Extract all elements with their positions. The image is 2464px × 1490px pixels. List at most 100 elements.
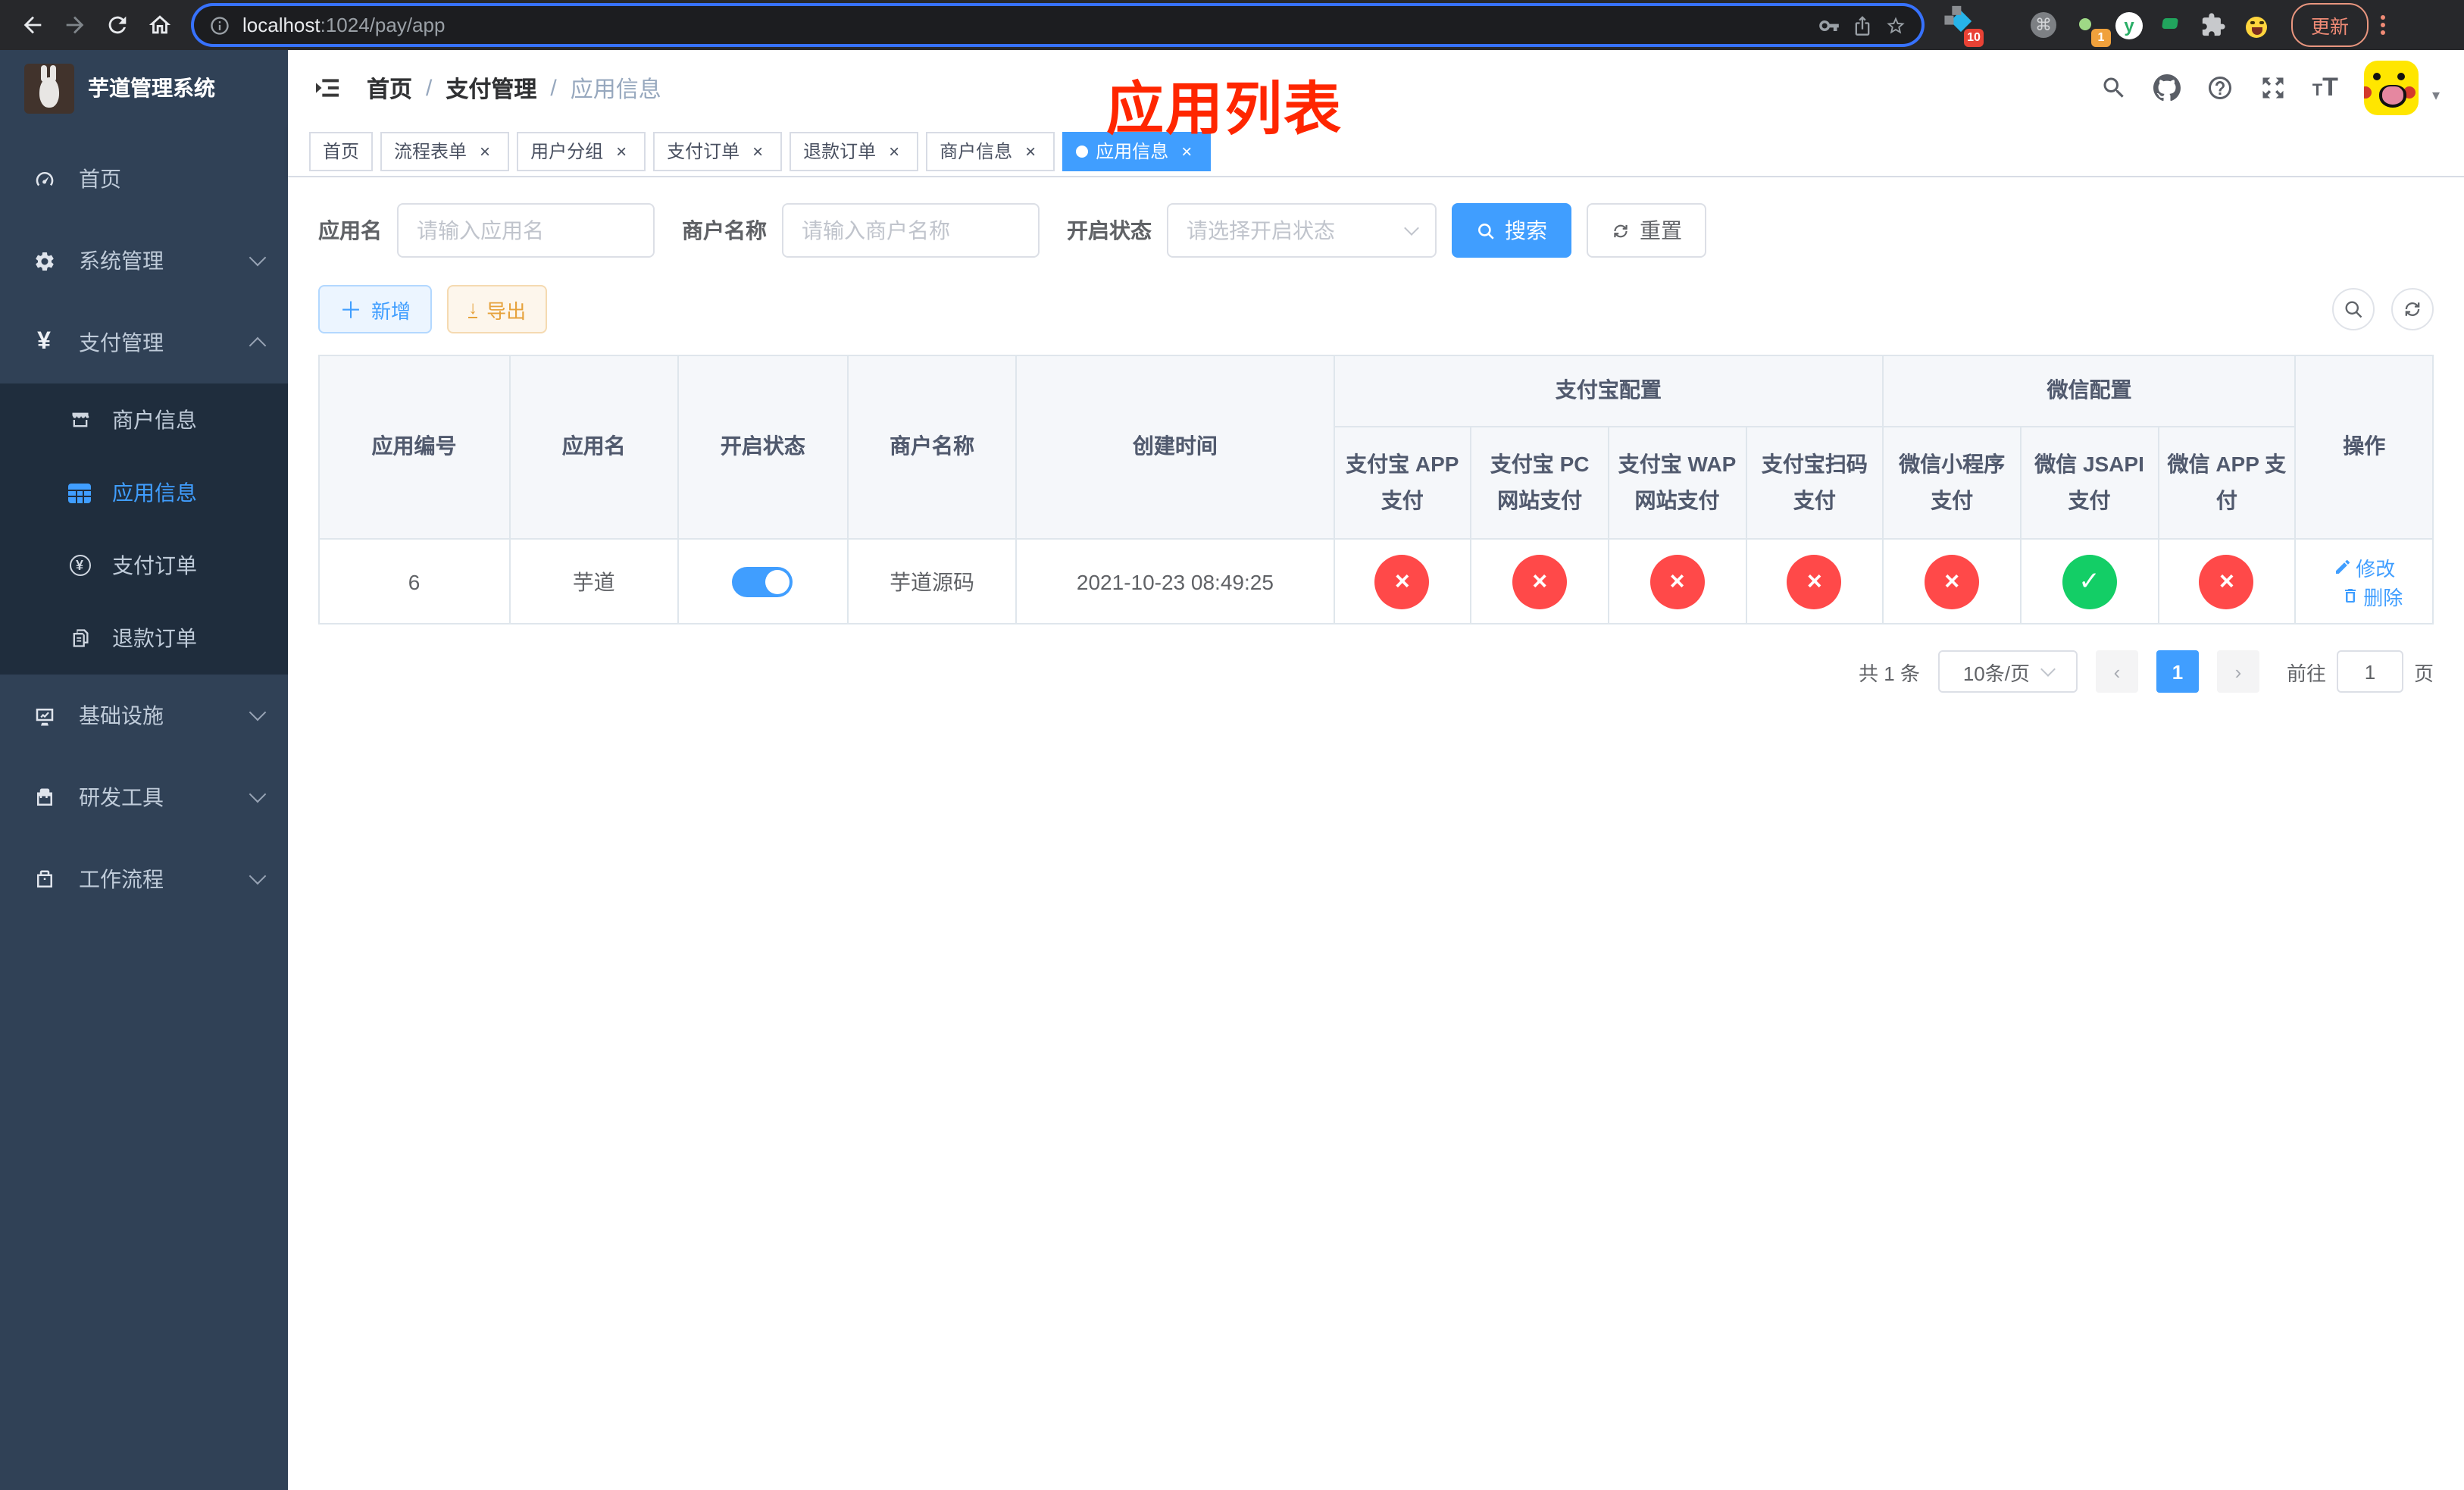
browser-update-button[interactable]: 更新 <box>2291 3 2369 47</box>
tag-home[interactable]: 首页× <box>309 131 374 171</box>
goto-page-input[interactable] <box>2336 650 2403 693</box>
group-alipay-config: 支付宝配置 <box>1333 355 1884 427</box>
edit-link[interactable]: 修改 <box>2333 552 2395 581</box>
bookmark-star-icon[interactable] <box>1885 14 1906 36</box>
browser-profile-avatar[interactable] <box>2243 11 2270 39</box>
tag-pay-order[interactable]: 支付订单 × <box>653 131 783 171</box>
user-avatar[interactable] <box>2363 61 2419 115</box>
chevron-down-icon <box>1404 221 1419 236</box>
tag-merchant-info[interactable]: 商户信息 × <box>926 131 1055 171</box>
close-icon[interactable]: × <box>1020 140 1041 161</box>
sidebar-item-app-info[interactable]: 应用信息 <box>0 456 288 529</box>
tags-view-bar: 首页× 流程表单× 用户分组× 支付订单× 退款订单× 商户信息× 应用信息× <box>288 126 2464 177</box>
extension-recorder-icon[interactable]: 1 <box>2073 11 2111 46</box>
hamburger-icon[interactable] <box>312 73 342 103</box>
page-number-button[interactable]: 1 <box>2156 650 2199 693</box>
extension-y-icon[interactable]: y <box>2115 11 2143 39</box>
breadcrumb-home[interactable]: 首页 <box>367 72 412 104</box>
browser-forward-button[interactable] <box>55 5 94 45</box>
app-list-content: 应用名 商户名称 开启状态 请选择开启状态 搜索 重置 ＋新增 ↓导出 <box>288 177 2464 1490</box>
briefcase-icon <box>30 868 58 891</box>
fullscreen-icon[interactable] <box>2259 74 2287 102</box>
briefcase-icon <box>30 786 58 809</box>
reset-button[interactable]: 重置 <box>1587 203 1706 258</box>
breadcrumb-current: 应用信息 <box>570 77 661 102</box>
chevron-up-icon <box>249 337 267 355</box>
shop-icon <box>67 409 92 430</box>
app-name-input[interactable] <box>397 203 655 258</box>
browser-home-button[interactable] <box>139 5 179 45</box>
col-wechat-jsapi: 微信 JSAPI 支付 <box>2019 426 2159 540</box>
monitor-chart-icon <box>30 704 58 727</box>
alipay-app-status-icon: × <box>1374 554 1430 609</box>
breadcrumb-payment[interactable]: 支付管理 <box>446 72 536 104</box>
cell-app-name: 芋道 <box>508 538 680 624</box>
sidebar-item-dev-tools[interactable]: 研发工具 <box>0 756 288 838</box>
browser-back-button[interactable] <box>12 5 52 45</box>
add-button[interactable]: ＋新增 <box>318 285 433 333</box>
search-form: 应用名 商户名称 开启状态 请选择开启状态 搜索 重置 <box>318 203 2434 258</box>
next-page-button[interactable]: › <box>2216 650 2259 693</box>
sidebar-logo[interactable]: 芋道管理系统 <box>0 50 288 126</box>
refresh-button[interactable] <box>2391 288 2434 330</box>
wechat-mini-status-icon: × <box>1925 554 1980 609</box>
col-status: 开启状态 <box>677 355 849 540</box>
chevron-down-icon <box>249 703 267 722</box>
text-size-icon[interactable]: TT <box>2312 73 2338 103</box>
sidebar-item-workflow[interactable]: 工作流程 <box>0 838 288 920</box>
delete-link[interactable]: 删除 <box>2340 581 2403 610</box>
avatar-caret-icon[interactable]: ▾ <box>2432 87 2440 104</box>
password-key-icon[interactable] <box>1818 14 1840 36</box>
help-icon[interactable] <box>2206 74 2234 102</box>
sidebar-item-merchant[interactable]: 商户信息 <box>0 383 288 456</box>
sidebar-item-system[interactable]: 系统管理 <box>0 220 288 302</box>
extension-chat-icon[interactable] <box>2158 11 2185 39</box>
extension-pin-icon[interactable]: 10 <box>1946 9 1984 46</box>
download-icon: ↓ <box>468 297 478 318</box>
alipay-wap-status-icon: × <box>1649 554 1705 609</box>
document-icon <box>67 628 92 649</box>
gear-icon <box>30 249 58 272</box>
url-bar[interactable]: localhost:1024/pay/app <box>194 6 1921 44</box>
extension-command-icon[interactable]: ⌘ <box>2031 11 2058 39</box>
export-button[interactable]: ↓ 导出 <box>447 285 548 333</box>
prev-page-button[interactable]: ‹ <box>2095 650 2138 693</box>
page-size-select[interactable]: 10条/页 <box>1937 650 2078 693</box>
close-icon[interactable]: × <box>747 140 768 161</box>
col-alipay-pc: 支付宝 PC 网站支付 <box>1470 426 1609 540</box>
tag-refund-order[interactable]: 退款订单 × <box>790 131 919 171</box>
site-info-icon[interactable] <box>209 14 230 36</box>
sidebar-item-pay-order[interactable]: ¥ 支付订单 <box>0 529 288 602</box>
header-search-icon[interactable] <box>2100 74 2128 102</box>
close-icon[interactable]: × <box>611 140 632 161</box>
status-select[interactable]: 请选择开启状态 <box>1167 203 1437 258</box>
dashboard-icon <box>30 167 58 190</box>
sidebar-item-refund-order[interactable]: 退款订单 <box>0 602 288 675</box>
sidebar-item-home[interactable]: 首页 <box>0 138 288 220</box>
col-alipay-app: 支付宝 APP 支付 <box>1333 426 1472 540</box>
col-wechat-app: 微信 APP 支付 <box>2157 426 2297 540</box>
search-button[interactable]: 搜索 <box>1452 203 1571 258</box>
tag-process-form[interactable]: 流程表单 × <box>380 131 510 171</box>
browser-reload-button[interactable] <box>97 5 136 45</box>
group-wechat-config: 微信配置 <box>1882 355 2297 427</box>
tag-user-group[interactable]: 用户分组 × <box>517 131 646 171</box>
browser-menu-icon[interactable] <box>2381 15 2386 35</box>
cell-status <box>677 538 849 624</box>
extensions-row: 10 ⌘ 1 y <box>1946 9 2270 46</box>
close-icon[interactable]: × <box>883 140 905 161</box>
table-toolbar: ＋新增 ↓ 导出 <box>318 285 2434 333</box>
extension-top-icon[interactable] <box>1988 11 2015 39</box>
table-row: 6 芋道 芋道源码 2021-10-23 08:49:25 × × × × × … <box>318 538 2434 624</box>
status-toggle[interactable] <box>732 566 793 596</box>
plus-icon: ＋ <box>339 298 363 324</box>
grid-table-icon <box>67 483 92 502</box>
extensions-puzzle-icon[interactable] <box>2200 11 2228 39</box>
github-icon[interactable] <box>2153 74 2181 102</box>
sidebar-item-infra[interactable]: 基础设施 <box>0 675 288 756</box>
share-icon[interactable] <box>1852 14 1873 36</box>
close-icon[interactable]: × <box>474 140 496 161</box>
show-search-toggle-button[interactable] <box>2332 288 2375 330</box>
merchant-name-input[interactable] <box>782 203 1040 258</box>
sidebar-item-payment[interactable]: ¥ 支付管理 <box>0 302 288 383</box>
